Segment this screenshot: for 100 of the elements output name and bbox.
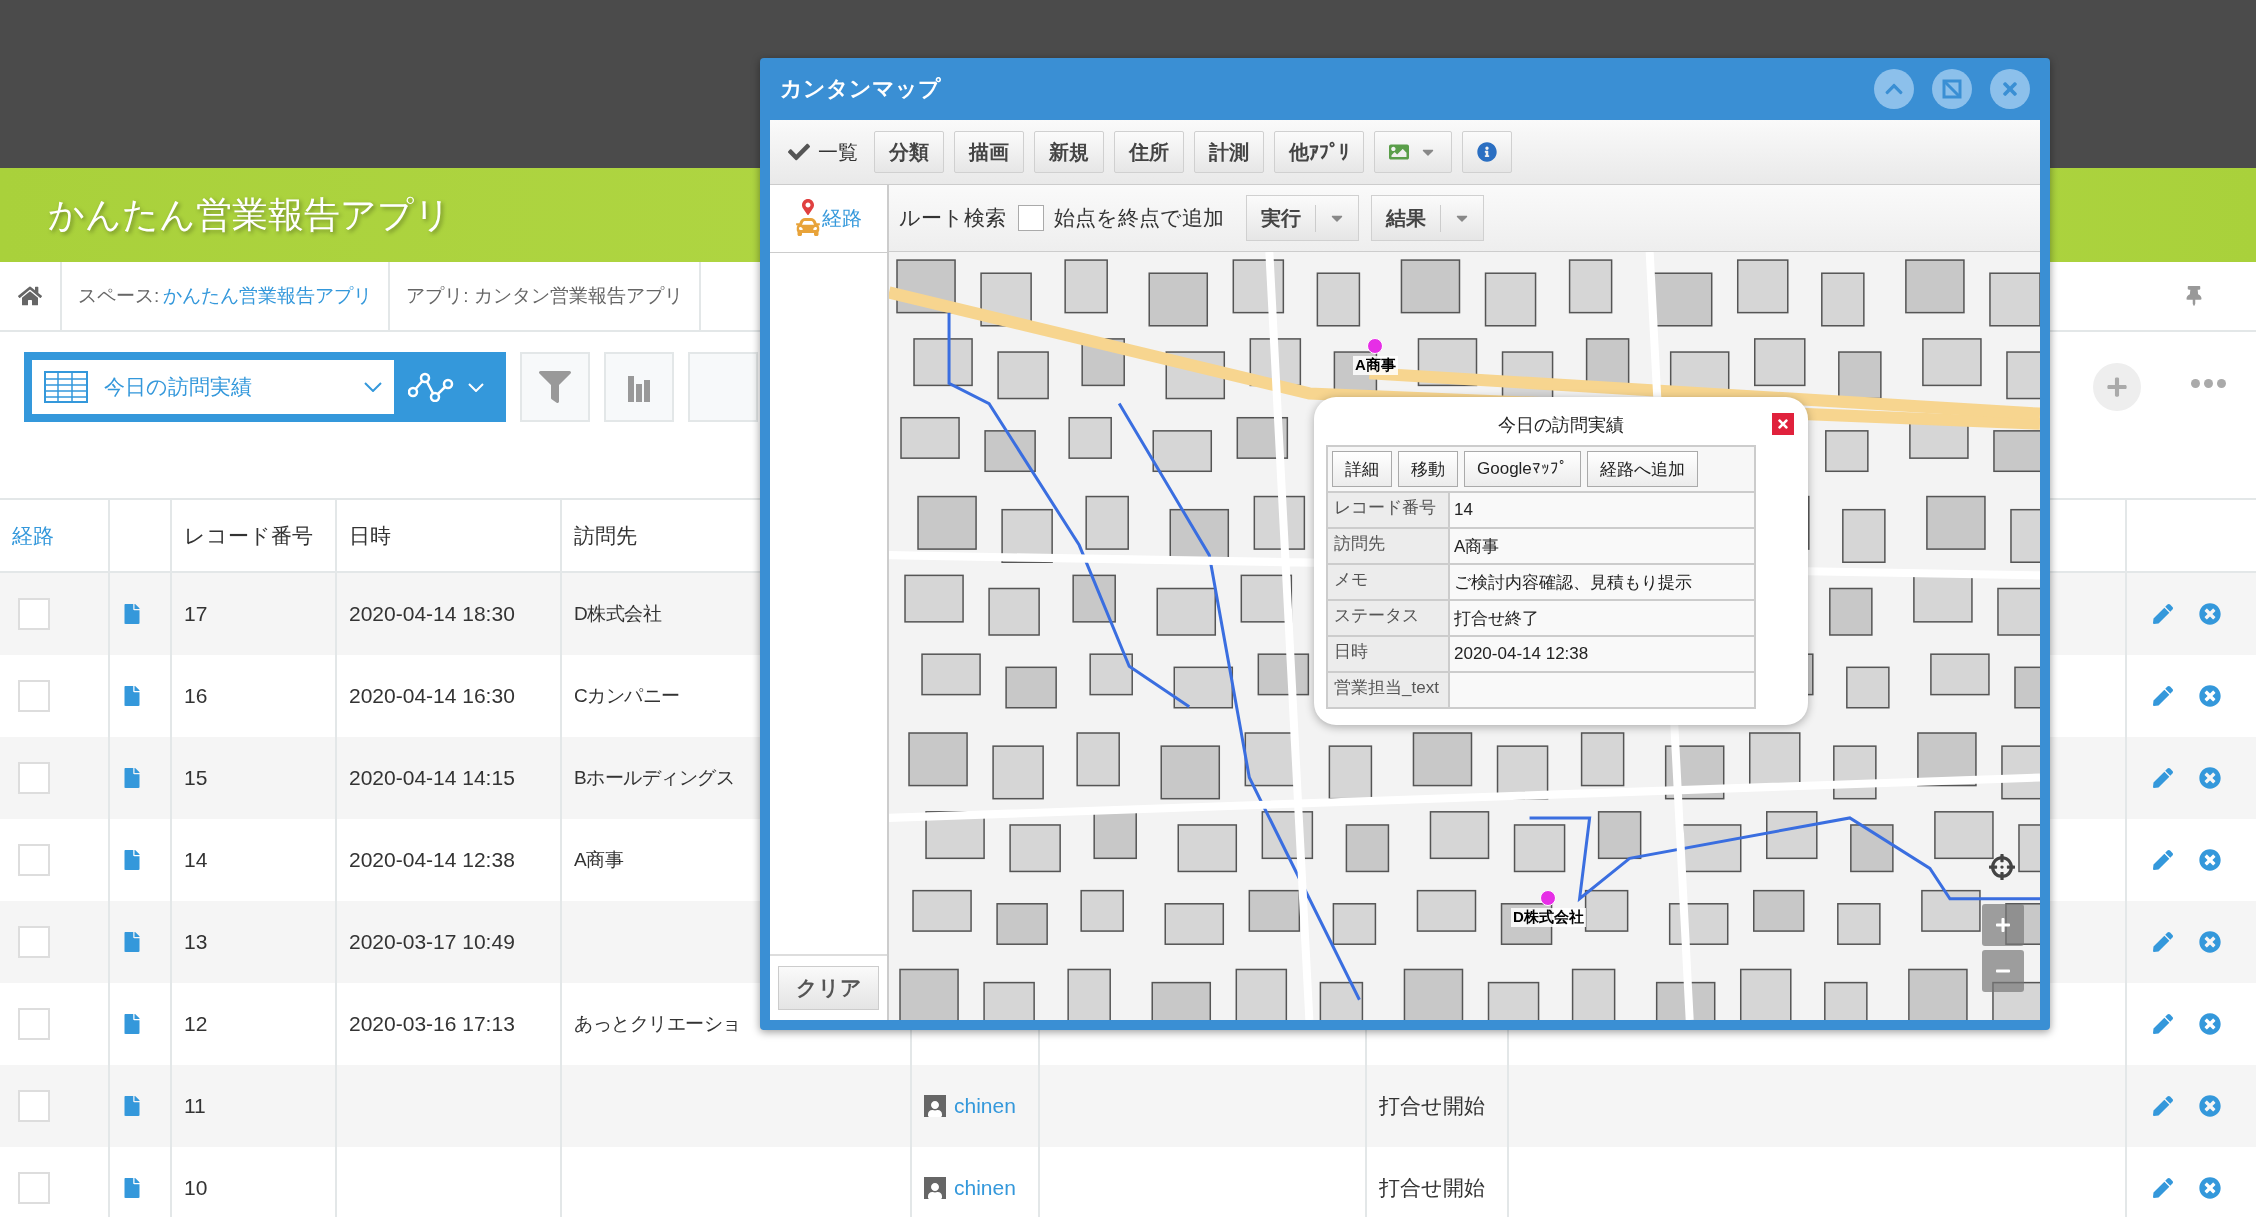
record-icon[interactable] — [122, 604, 142, 624]
toolbar-button[interactable]: 計測 — [1194, 131, 1264, 173]
edit-icon[interactable] — [2153, 604, 2173, 624]
split-button[interactable]: 結果 — [1371, 195, 1484, 241]
pencil-icon — [2153, 686, 2173, 706]
marker-label: D株式会社 — [1511, 908, 1586, 927]
datetime-cell: 2020-04-14 14:15 — [349, 766, 515, 790]
record-icon[interactable] — [122, 1096, 142, 1116]
row-checkbox[interactable] — [18, 1090, 50, 1122]
toolbar-button[interactable]: 住所 — [1114, 131, 1184, 173]
close-icon — [1776, 417, 1790, 431]
add-button[interactable] — [2093, 363, 2141, 411]
edit-icon[interactable] — [2153, 686, 2173, 706]
delete-icon[interactable] — [2199, 931, 2221, 953]
visit-cell-text: Cカンパニー — [574, 684, 680, 708]
record-icon[interactable] — [122, 1178, 142, 1198]
info-button[interactable] — [1462, 131, 1512, 173]
edit-icon[interactable] — [2153, 1178, 2173, 1198]
edit-icon[interactable] — [2153, 768, 2173, 788]
pencil-icon — [2153, 1096, 2173, 1116]
record-number: 12 — [184, 1012, 208, 1036]
breadcrumb-label: アプリ: カンタン営業報告アプリ — [406, 284, 683, 308]
more-button[interactable] — [2191, 379, 2226, 388]
record-icon[interactable] — [122, 850, 142, 870]
record-number: 16 — [184, 684, 208, 708]
edit-icon[interactable] — [2153, 932, 2173, 952]
field-label: レコード番号 — [1328, 493, 1450, 527]
pencil-icon — [2153, 850, 2173, 870]
restore-button[interactable] — [1932, 69, 1972, 109]
edit-icon[interactable] — [2153, 1096, 2173, 1116]
filter-button[interactable] — [520, 352, 590, 422]
delete-icon[interactable] — [2199, 685, 2221, 707]
popup-button[interactable]: 移動 — [1398, 451, 1458, 487]
visit-cell-text: あっとクリエーショ — [574, 1012, 741, 1036]
popup-button[interactable]: 詳細 — [1332, 451, 1392, 487]
datetime-cell: 2020-04-14 16:30 — [349, 684, 515, 708]
breadcrumb-label: スペース: — [78, 284, 160, 308]
delete-icon[interactable] — [2199, 1177, 2221, 1199]
delete-icon[interactable] — [2199, 1095, 2221, 1117]
close-icon — [2000, 79, 2020, 99]
popup-button[interactable]: 経路へ追加 — [1586, 451, 1698, 487]
layer-dropdown[interactable] — [1374, 131, 1452, 173]
edit-icon[interactable] — [2153, 1014, 2173, 1034]
zoom-in-button[interactable] — [1982, 904, 2024, 946]
row-checkbox[interactable] — [18, 1008, 50, 1040]
toolbar-button[interactable]: 分類 — [874, 131, 944, 173]
visit-cell-text: Bホールディングス — [574, 766, 735, 790]
datetime-cell: 2020-03-17 10:49 — [349, 930, 515, 954]
list-toggle[interactable]: 一覧 — [782, 138, 864, 166]
record-icon[interactable] — [122, 1014, 142, 1034]
row-checkbox[interactable] — [18, 926, 50, 958]
record-number: 14 — [184, 848, 208, 872]
plus-icon — [1995, 917, 2011, 933]
toolbar-button[interactable]: 新規 — [1034, 131, 1104, 173]
crosshairs-icon — [1989, 854, 2015, 880]
car-route-icon — [795, 198, 820, 239]
field-label: メモ — [1328, 565, 1450, 599]
window-title: カンタンマップ — [780, 75, 942, 103]
row-checkbox[interactable] — [18, 844, 50, 876]
chevron-down-icon — [468, 382, 484, 392]
toolbar-button[interactable]: 描画 — [954, 131, 1024, 173]
record-icon[interactable] — [122, 932, 142, 952]
row-checkbox[interactable] — [18, 680, 50, 712]
person-icon — [927, 1101, 943, 1117]
delete-icon[interactable] — [2199, 603, 2221, 625]
route-option-checkbox[interactable]: 始点を終点で追加 — [1018, 204, 1234, 232]
pencil-icon — [2153, 768, 2173, 788]
zoom-out-button[interactable] — [1982, 950, 2024, 992]
datetime-cell: 2020-03-16 17:13 — [349, 1012, 515, 1036]
delete-icon[interactable] — [2199, 767, 2221, 789]
pin-icon[interactable] — [2184, 286, 2204, 306]
route-search-label: ルート検索 — [899, 205, 1006, 231]
chart-button[interactable] — [604, 352, 674, 422]
line-graph-icon — [408, 372, 454, 402]
pencil-icon — [2153, 932, 2173, 952]
collapse-button[interactable] — [1874, 69, 1914, 109]
field-label: 営業担当_text — [1328, 673, 1450, 707]
toolbar-button[interactable]: 他ｱﾌﾟﾘ — [1274, 131, 1364, 173]
filter-icon — [539, 371, 571, 403]
row-checkbox[interactable] — [18, 1172, 50, 1204]
status-cell-text: 打合せ開始 — [1379, 1093, 1485, 1119]
field-label: 日時 — [1328, 637, 1450, 671]
info-icon — [1477, 142, 1497, 162]
clear-button[interactable]: クリア — [778, 966, 879, 1010]
record-icon[interactable] — [122, 686, 142, 706]
row-checkbox[interactable] — [18, 762, 50, 794]
delete-icon[interactable] — [2199, 849, 2221, 871]
restore-icon — [1942, 79, 1962, 99]
locate-icon[interactable] — [1987, 852, 2017, 882]
record-number: 10 — [184, 1176, 208, 1200]
popup-button[interactable]: Googleﾏｯﾌﾟ — [1464, 451, 1581, 487]
split-button[interactable]: 実行 — [1246, 195, 1359, 241]
field-label: ステータス — [1328, 601, 1450, 635]
edit-icon[interactable] — [2153, 850, 2173, 870]
delete-icon[interactable] — [2199, 1013, 2221, 1035]
row-checkbox[interactable] — [18, 598, 50, 630]
close-button[interactable] — [1772, 413, 1794, 435]
record-icon[interactable] — [122, 768, 142, 788]
status-cell-text: 打合せ開始 — [1379, 1175, 1485, 1201]
app-title: かんたん営業報告アプリ — [48, 192, 451, 237]
